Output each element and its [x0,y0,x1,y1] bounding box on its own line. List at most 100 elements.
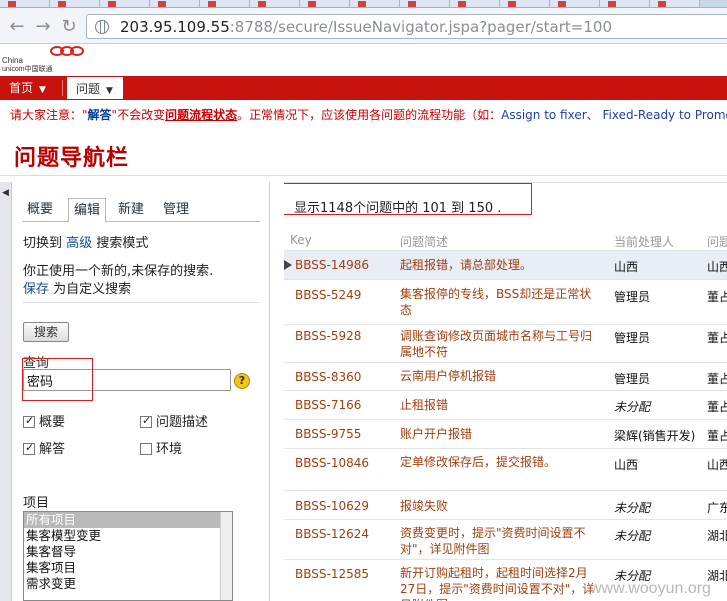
issue-summary-link[interactable]: 集客报停的专线，BSS却还是正常状态 [400,286,600,318]
checkbox-description[interactable]: 问题描述 [140,411,208,430]
issue-assignee: 管理员 [614,290,651,304]
issue-extra: 董占 [707,400,727,414]
checkbox-icon[interactable] [23,441,35,455]
issue-key-link[interactable]: BBSS-12585 [295,567,369,581]
issue-assignee: 未分配 [614,529,651,543]
issue-summary-link[interactable]: 账户开户报错 [400,426,600,442]
panel-collapse-bar[interactable]: ◀ [0,182,12,601]
issue-assignee: 未分配 [614,400,651,414]
issue-extra: 董占 [707,290,727,304]
filter-tabs: 概要 编辑 新建 管理 [22,198,260,223]
help-icon[interactable]: ? [234,373,250,389]
table-row[interactable]: BBSS-5249 集客报停的专线，BSS却还是正常状态 管理员 董占 [284,279,727,324]
main-navbar: 首页 ▼ 问题 ▼ [0,76,727,100]
checkbox-resolution[interactable]: 解答 [23,438,65,457]
col-assignee[interactable]: 当前处理人 [614,233,674,250]
reload-icon[interactable]: ↻ [58,16,80,38]
table-row[interactable]: BBSS-12624 资费变更时，提示"资费时间设置不对"，详见附件图 未分配 … [284,519,727,559]
issue-summary-link[interactable]: 调账查询修改页面城市名称与工号归属地不符 [400,328,600,360]
issue-assignee: 山西 [614,260,639,274]
chevron-left-icon[interactable]: ◀ [2,188,9,198]
issue-key-link[interactable]: BBSS-8360 [295,370,361,384]
issue-key-link[interactable]: BBSS-9755 [295,427,361,441]
issue-summary-link[interactable]: 止租报错 [400,397,600,413]
issue-extra: 广东 [707,501,727,515]
save-line: 保存 为自定义搜索 [23,282,132,297]
issue-summary-link[interactable]: 定单修改保存后，提交报错。 [400,454,600,470]
project-option[interactable]: 集客项目 [24,560,232,576]
checkbox-environment[interactable]: 环境 [140,438,182,457]
issue-assignee: 梁辉(销售开发) [614,429,696,443]
unsaved-search-text: 你正使用一个新的,未保存的搜索. [23,264,214,279]
issue-summary-link[interactable]: 起租报错，请总部处理。 [400,257,600,273]
table-row[interactable]: BBSS-10629 报竣失败 未分配 广东 [284,490,727,519]
nav-issues[interactable]: 问题 ▼ [66,76,124,100]
table-row[interactable]: BBSS-9755 账户开户报错 梁辉(销售开发) 董占 [284,419,727,448]
checkbox-icon[interactable] [23,414,35,428]
highlight-box [22,358,93,401]
issue-key-link[interactable]: BBSS-10846 [295,456,369,470]
browser-toolbar: ← → ↻ 203.95.109.55:8788/secure/IssueNav… [0,8,727,44]
site-header: China unicom中国联通 [0,44,727,76]
table-row[interactable]: BBSS-10846 定单修改保存后，提交报错。 山西 山西 [284,448,727,490]
col-summary[interactable]: 问题简述 [400,233,448,250]
divider [0,175,727,176]
issue-summary-link[interactable]: 报竣失败 [400,498,600,514]
issue-key-link[interactable]: BBSS-7166 [295,398,361,412]
issue-assignee: 山西 [614,458,639,472]
checkbox-summary[interactable]: 概要 [23,411,65,430]
issue-extra: 山西 [707,260,727,274]
browser-tab-strip[interactable] [0,0,727,8]
issue-assignee: 管理员 [614,372,651,386]
table-row[interactable]: BBSS-8360 云南用户停机报错 管理员 董占 [284,362,727,390]
checkbox-icon[interactable] [140,414,152,428]
issue-extra: 湖北 [707,529,727,543]
forward-icon[interactable]: → [32,16,54,38]
issue-key-link[interactable]: BBSS-10629 [295,499,369,513]
issue-summary-link[interactable]: 资费变更时，提示"资费时间设置不对"，详见附件图 [400,525,600,557]
scrollbar[interactable] [220,512,232,600]
back-icon[interactable]: ← [6,16,28,38]
issue-key-link[interactable]: BBSS-5928 [295,329,361,343]
project-select[interactable]: 所有项目 集客模型变更 集客督导 集客项目 需求变更 [23,511,233,601]
tab-edit[interactable]: 编辑 [68,198,107,223]
table-row[interactable]: BBSS-14986 起租报错，请总部处理。 山西 山西 [284,250,727,279]
tab-new[interactable]: 新建 [113,198,149,222]
issue-key-link[interactable]: BBSS-12624 [295,527,369,541]
checkbox-icon[interactable] [140,443,152,455]
col-extra[interactable]: 问题 [707,233,727,250]
watermark: www.wooyun.org [590,580,711,597]
tab-manage[interactable]: 管理 [158,198,194,222]
project-option[interactable]: 集客督导 [24,544,232,560]
project-option[interactable]: 集客模型变更 [24,528,232,544]
advanced-link[interactable]: 高级 [66,236,92,251]
issue-summary-link[interactable]: 新开订购起租时，起租时间选择2月27日，提示"资费时间设置不对"，详见附件图 [400,565,600,601]
search-button[interactable]: 搜索 [23,322,69,342]
project-label: 项目 [23,496,50,511]
issue-assignee: 未分配 [614,501,651,515]
project-option[interactable]: 需求变更 [24,576,232,592]
chevron-down-icon[interactable]: ▼ [39,78,46,102]
globe-icon [95,20,109,34]
issue-extra: 董占 [707,429,727,443]
issue-summary-link[interactable]: 云南用户停机报错 [400,368,600,384]
highlight-box [284,183,532,215]
switch-mode-line: 切换到 高级 搜索模式 [23,236,149,251]
divider [23,302,259,303]
col-key[interactable]: Key [290,233,312,247]
project-option[interactable]: 所有项目 [24,512,232,528]
issue-key-link[interactable]: BBSS-14986 [295,258,369,272]
table-row[interactable]: BBSS-7166 止租报错 未分配 董占 [284,390,727,419]
issue-key-link[interactable]: BBSS-5249 [295,288,361,302]
chevron-down-icon[interactable]: ▼ [106,79,113,103]
table-row[interactable]: BBSS-5928 调账查询修改页面城市名称与工号归属地不符 管理员 董占 [284,324,727,362]
issue-extra: 董占 [707,331,727,345]
china-unicom-logo[interactable]: China unicom中国联通 [2,44,106,76]
notice-banner: 请大家注意："解答"不会改变问题流程状态。正常情况下，应该使用各问题的流程功能（… [10,108,727,122]
nav-home[interactable]: 首页 ▼ [0,76,58,100]
address-bar[interactable]: 203.95.109.55:8788/secure/IssueNavigator… [86,14,727,39]
logo-text-unicom: unicom中国联通 [2,66,53,73]
tab-summary[interactable]: 概要 [22,198,58,222]
current-row-arrow-icon [284,260,292,270]
save-link[interactable]: 保存 [23,282,49,297]
